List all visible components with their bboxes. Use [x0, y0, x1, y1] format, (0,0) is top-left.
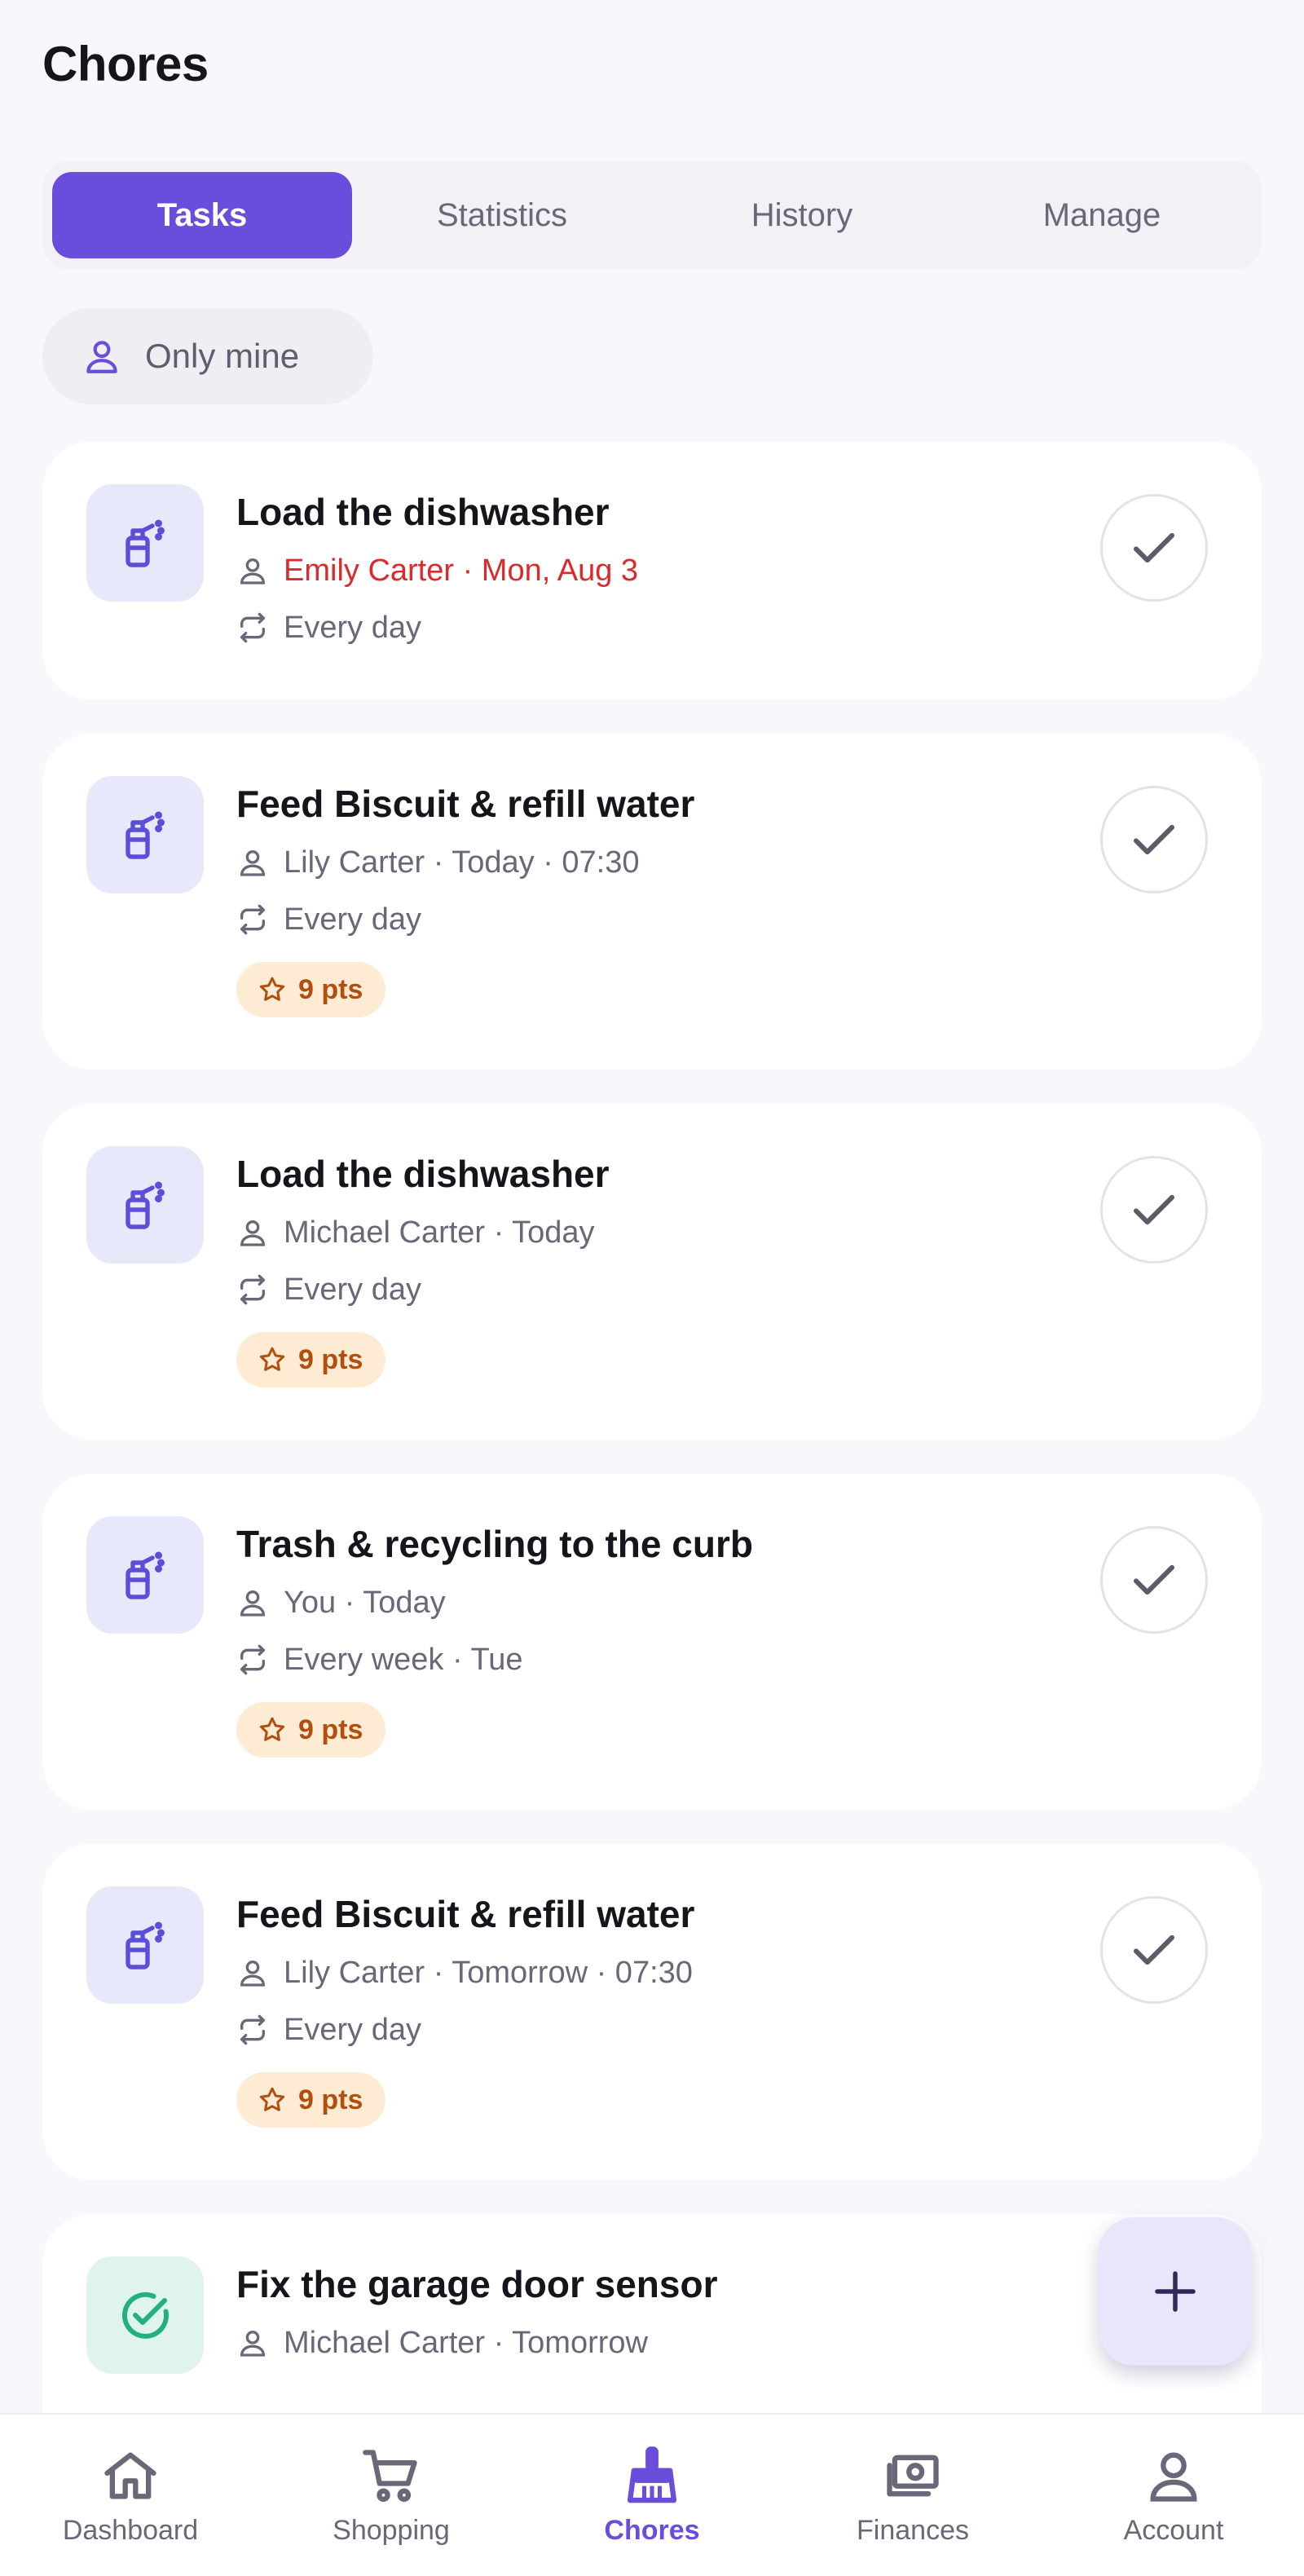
nav-account[interactable]: Account	[1051, 2445, 1296, 2547]
checkmark-icon	[1133, 532, 1175, 563]
points-badge: 9 pts	[236, 2072, 386, 2128]
task-card[interactable]: Trash & recycling to the curb You · Toda…	[42, 1474, 1262, 1810]
task-category-badge	[86, 484, 204, 602]
chores-screen: Chores Tasks Statistics History Manage O…	[0, 0, 1304, 2576]
tab-history[interactable]: History	[652, 172, 952, 258]
task-assignee-due: Lily Carter · Tomorrow · 07:30	[284, 1956, 693, 1990]
complete-task-button[interactable]	[1100, 1156, 1208, 1264]
spray-bottle-icon	[126, 1181, 165, 1229]
repeat-icon	[240, 1644, 265, 1675]
task-assignee-due: Michael Carter · Today	[284, 1215, 595, 1250]
home-icon	[104, 2452, 156, 2499]
task-recurrence: Every week · Tue	[284, 1643, 523, 1677]
nav-label: Account	[1123, 2514, 1224, 2546]
nav-label: Finances	[857, 2514, 969, 2546]
points-badge: 9 pts	[236, 962, 386, 1017]
checkmark-icon	[1133, 824, 1175, 855]
star-icon	[259, 2087, 285, 2111]
bottom-navigation: Dashboard Shopping Chores Finances Accou…	[0, 2413, 1304, 2576]
task-recurrence-row: Every day	[236, 2009, 1262, 2051]
checkmark-icon	[1133, 1564, 1175, 1595]
header: Chores	[42, 36, 209, 92]
repeat-icon	[240, 1274, 265, 1305]
points-badge: 9 pts	[236, 1332, 386, 1387]
complete-task-button[interactable]	[1100, 1526, 1208, 1634]
task-recurrence-row: Every week · Tue	[236, 1639, 1262, 1681]
points-label: 9 pts	[298, 1714, 363, 1745]
checkmark-icon	[1133, 1194, 1175, 1225]
tab-bar: Tasks Statistics History Manage	[42, 161, 1262, 269]
star-icon	[259, 1717, 285, 1741]
task-card[interactable]: Feed Biscuit & refill water Lily Carter …	[42, 734, 1262, 1070]
points-label: 9 pts	[298, 973, 363, 1005]
task-category-badge	[86, 1886, 204, 2004]
person-icon	[240, 2331, 266, 2357]
task-assignee-due: Emily Carter · Mon, Aug 3	[284, 554, 639, 588]
page-title: Chores	[42, 37, 209, 91]
person-icon	[240, 558, 266, 584]
only-mine-filter-chip[interactable]: Only mine	[42, 308, 373, 404]
task-category-badge	[86, 1146, 204, 1264]
nav-label: Chores	[604, 2514, 700, 2546]
nav-chores[interactable]: Chores	[530, 2445, 774, 2547]
person-icon	[240, 1590, 266, 1617]
task-category-badge	[86, 2256, 204, 2374]
cart-icon	[363, 2449, 417, 2502]
complete-task-button[interactable]	[1100, 1896, 1208, 2004]
task-list: Load the dishwasher Emily Carter · Mon, …	[42, 442, 1262, 2506]
repeat-icon	[240, 612, 265, 643]
cash-icon	[887, 2455, 939, 2496]
task-recurrence-row: Every day	[236, 1268, 1262, 1311]
spray-bottle-icon	[126, 1921, 165, 1969]
complete-task-button[interactable]	[1100, 786, 1208, 893]
points-label: 9 pts	[298, 2084, 363, 2115]
star-icon	[259, 1347, 285, 1371]
task-category-badge	[86, 776, 204, 893]
broom-icon	[627, 2446, 677, 2503]
nav-finances[interactable]: Finances	[791, 2445, 1035, 2547]
nav-shopping[interactable]: Shopping	[269, 2445, 513, 2547]
star-icon	[259, 977, 285, 1001]
complete-task-button[interactable]	[1100, 494, 1208, 602]
person-icon	[240, 850, 266, 876]
check-circle-icon	[121, 2291, 169, 2339]
task-recurrence-row: Every day	[236, 607, 1262, 649]
spray-bottle-icon	[126, 519, 165, 567]
task-card[interactable]: Load the dishwasher Emily Carter · Mon, …	[42, 442, 1262, 699]
task-card[interactable]: Load the dishwasher Michael Carter · Tod…	[42, 1104, 1262, 1440]
points-badge: 9 pts	[236, 1702, 386, 1758]
spray-bottle-icon	[126, 1551, 165, 1599]
repeat-icon	[240, 2014, 265, 2045]
task-recurrence: Every day	[284, 902, 421, 937]
person-icon	[86, 341, 117, 373]
task-assignee-due: Lily Carter · Today · 07:30	[284, 845, 640, 880]
tab-statistics[interactable]: Statistics	[352, 172, 652, 258]
task-recurrence: Every day	[284, 611, 421, 645]
add-chore-fab[interactable]	[1099, 2217, 1252, 2366]
person-icon	[240, 1961, 266, 1987]
checkmark-icon	[1133, 1934, 1175, 1965]
filter-chip-label: Only mine	[145, 337, 300, 375]
task-category-badge	[86, 1516, 204, 1634]
task-assignee-due: Michael Carter · Tomorrow	[284, 2326, 648, 2360]
spray-bottle-icon	[126, 811, 165, 859]
nav-label: Dashboard	[62, 2514, 199, 2546]
nav-label: Shopping	[333, 2514, 450, 2546]
person-icon	[240, 1220, 266, 1246]
tab-tasks[interactable]: Tasks	[52, 172, 352, 258]
plus-icon	[1155, 2271, 1196, 2312]
task-recurrence: Every day	[284, 2013, 421, 2047]
points-label: 9 pts	[298, 1343, 363, 1375]
task-recurrence: Every day	[284, 1273, 421, 1307]
task-card[interactable]: Feed Biscuit & refill water Lily Carter …	[42, 1844, 1262, 2180]
task-recurrence-row: Every day	[236, 898, 1262, 941]
nav-dashboard[interactable]: Dashboard	[8, 2445, 253, 2547]
tab-manage[interactable]: Manage	[952, 172, 1252, 258]
task-assignee-due: You · Today	[284, 1586, 446, 1620]
person-icon	[1150, 2452, 1197, 2502]
repeat-icon	[240, 904, 265, 935]
